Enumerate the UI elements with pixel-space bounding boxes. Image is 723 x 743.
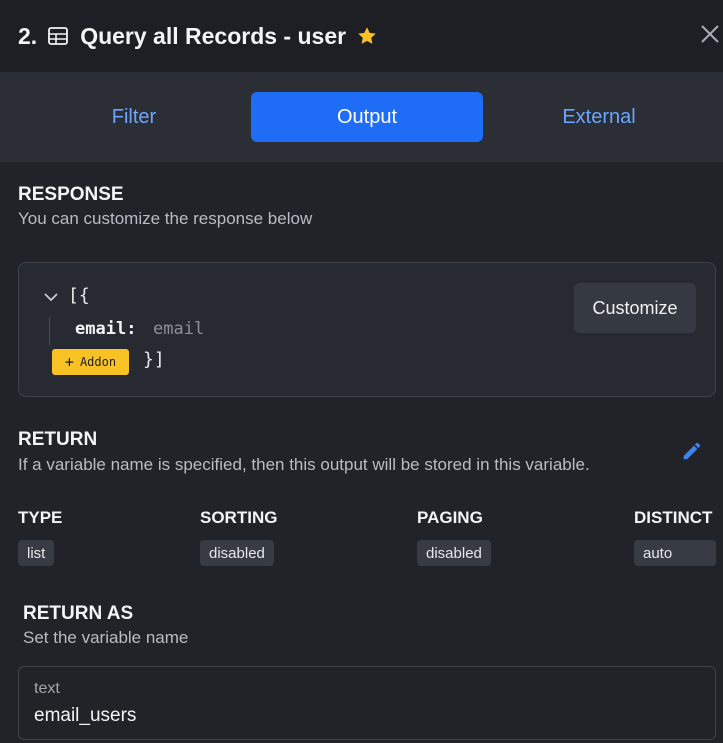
addon-label: Addon <box>79 355 117 369</box>
return-heading: RETURN <box>18 429 98 450</box>
tab-filter[interactable]: Filter <box>18 92 250 142</box>
sorting-badge: disabled <box>200 540 274 566</box>
field-key: email: <box>75 319 136 339</box>
variable-name-field[interactable]: text <box>18 666 716 740</box>
type-label: TYPE <box>18 508 63 527</box>
return-distinct: DISTINCT auto <box>634 508 716 566</box>
plus-icon: + <box>64 352 74 371</box>
variable-name-input[interactable] <box>34 703 694 729</box>
field-value: email <box>153 319 205 339</box>
return-as-subtitle: Set the variable name <box>23 628 189 647</box>
distinct-label: DISTINCT <box>634 508 713 527</box>
chevron-down-icon[interactable] <box>43 291 59 303</box>
distinct-badge: auto <box>634 540 716 566</box>
variable-name-type-label: text <box>34 680 60 697</box>
star-icon[interactable] <box>356 25 378 47</box>
sorting-label: SORTING <box>200 508 278 527</box>
field-key-colon: : <box>126 319 137 339</box>
paging-label: PAGING <box>417 508 483 527</box>
response-subtitle: You can customize the response below <box>18 209 313 228</box>
step-number: 2. <box>18 22 38 49</box>
addon-button[interactable]: + Addon <box>52 349 129 375</box>
tab-output[interactable]: Output <box>251 92 483 142</box>
type-badge: list <box>18 540 55 566</box>
pencil-icon[interactable] <box>681 440 703 462</box>
indent-guide <box>49 317 50 345</box>
code-close-bracket: }] <box>143 349 165 370</box>
tab-bar: Filter Output External <box>0 72 723 162</box>
return-type: TYPE list <box>18 508 63 566</box>
return-sorting: SORTING disabled <box>200 508 278 566</box>
tab-external[interactable]: External <box>483 92 715 142</box>
panel-title: Query all Records - user <box>80 22 347 49</box>
return-paging: PAGING disabled <box>417 508 491 566</box>
response-code-box: [{ email: email + Addon }] Customize <box>18 262 716 397</box>
response-heading: RESPONSE <box>18 184 124 205</box>
return-subtitle: If a variable name is specified, then th… <box>18 455 590 474</box>
return-as-heading: RETURN AS <box>23 603 134 624</box>
close-icon[interactable] <box>699 23 721 45</box>
field-key-name: email <box>75 319 127 339</box>
paging-badge: disabled <box>417 540 491 566</box>
panel-header: 2. Query all Records - user <box>0 0 723 72</box>
code-open-bracket: [{ <box>68 285 90 306</box>
table-icon <box>47 25 69 47</box>
customize-button[interactable]: Customize <box>574 283 696 333</box>
